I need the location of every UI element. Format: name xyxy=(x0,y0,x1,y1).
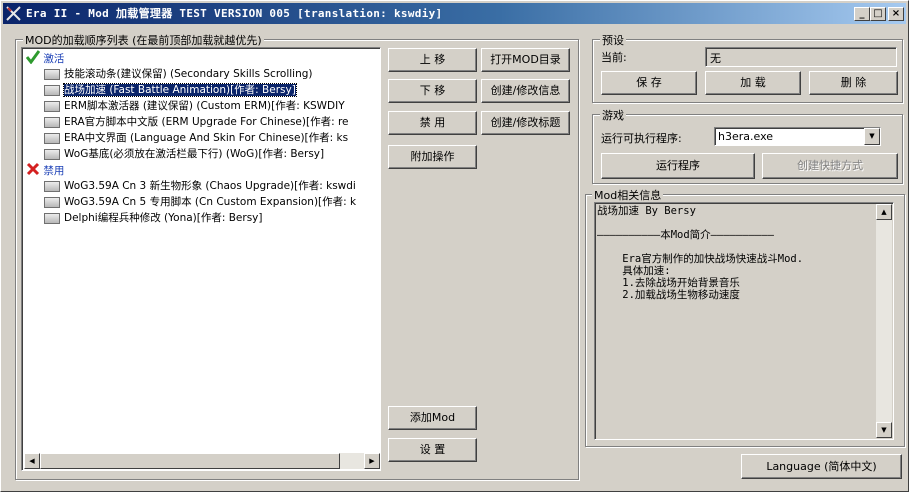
mod-info-text[interactable]: 战场加速 By Bersy ——————————本Mod简介—————————— … xyxy=(594,202,894,440)
window-title: Era II - Mod 加载管理器 TEST VERSION 005 [tra… xyxy=(26,7,443,20)
mod-list-item[interactable]: ERM脚本激活器 (建议保留) (Custom ERM)[作者: KSWDIY xyxy=(26,98,345,114)
scroll-thumb[interactable] xyxy=(40,453,340,469)
preset-current-label: 当前: xyxy=(601,51,627,64)
mod-info-line: 战场加速 By Bersy xyxy=(597,205,696,217)
scroll-left-icon[interactable]: ◀ xyxy=(24,453,40,469)
folder-icon xyxy=(44,69,60,80)
folder-icon xyxy=(44,85,60,96)
category-disabled-label: 禁用 xyxy=(43,165,65,177)
mod-list-item-label: WoG基底(必须放在激活栏最下行) (WoG)[作者: Bersy] xyxy=(64,148,325,160)
mod-list-item-label: 战场加速 (Fast Battle Animation)[作者: Bersy] xyxy=(63,83,297,97)
scroll-right-icon[interactable]: ▶ xyxy=(364,453,380,469)
preset-save-button[interactable]: 保 存 xyxy=(601,71,697,95)
folder-icon xyxy=(44,117,60,128)
add-mod-button[interactable]: 添加Mod xyxy=(388,406,477,430)
folder-icon xyxy=(44,133,60,144)
category-disabled[interactable]: 禁用 xyxy=(26,162,64,178)
chevron-down-icon[interactable]: ▼ xyxy=(864,128,880,145)
folder-icon xyxy=(44,197,60,208)
scroll-down-icon[interactable]: ▼ xyxy=(876,422,892,438)
preset-delete-button[interactable]: 删 除 xyxy=(809,71,898,95)
settings-button[interactable]: 设 置 xyxy=(388,438,477,462)
x-icon xyxy=(26,162,40,176)
create-shortcut-button: 创建快捷方式 xyxy=(762,153,898,179)
mod-list-item[interactable]: WoG基底(必须放在激活栏最下行) (WoG)[作者: Bersy] xyxy=(26,146,324,162)
main-window: Era II - Mod 加载管理器 TEST VERSION 005 [tra… xyxy=(0,0,909,492)
edit-title-button[interactable]: 创建/修改标题 xyxy=(481,111,570,135)
folder-icon xyxy=(44,149,60,160)
mod-list-item-label: 技能滚动条(建议保留) (Secondary Skills Scrolling) xyxy=(64,68,313,80)
language-button[interactable]: Language (简体中文) xyxy=(741,454,902,479)
exe-select[interactable]: h3era.exe ▼ xyxy=(714,127,881,146)
preset-current-field: 无 xyxy=(705,47,897,67)
minimize-button[interactable]: _ xyxy=(854,7,870,21)
open-mod-dir-button[interactable]: 打开MOD目录 xyxy=(481,48,570,72)
exe-select-value: h3era.exe xyxy=(718,130,774,143)
mod-list-item[interactable]: ERA官方脚本中文版 (ERM Upgrade For Chinese)[作者:… xyxy=(26,114,348,130)
mod-info-line: 2.加载战场生物移动速度 xyxy=(597,289,740,301)
mod-tree[interactable]: 激活 技能滚动条(建议保留) (Secondary Skills Scrolli… xyxy=(21,47,381,471)
mod-list-item-label: ERA中文界面 (Language And Skin For Chinese)[… xyxy=(64,132,349,144)
exe-label: 运行可执行程序: xyxy=(601,132,682,145)
move-up-button[interactable]: 上 移 xyxy=(388,48,477,72)
preset-group-label: 预设 xyxy=(600,32,626,48)
check-icon xyxy=(25,50,41,65)
folder-icon xyxy=(44,101,60,112)
move-down-button[interactable]: 下 移 xyxy=(388,79,477,103)
swords-icon xyxy=(6,6,21,21)
edit-info-button[interactable]: 创建/修改信息 xyxy=(481,79,570,103)
category-enabled-label: 激活 xyxy=(43,53,65,65)
scroll-up-icon[interactable]: ▲ xyxy=(876,204,892,220)
maximize-button[interactable]: □ xyxy=(870,7,886,21)
folder-icon xyxy=(44,213,60,224)
mod-order-group-label: MOD的加载顺序列表 (在最前顶部加载就越优先) xyxy=(23,32,264,48)
title-bar: Era II - Mod 加载管理器 TEST VERSION 005 [tra… xyxy=(3,3,906,24)
mod-info-line xyxy=(597,217,877,229)
mod-list-item[interactable]: Delphi编程兵种修改 (Yona)[作者: Bersy] xyxy=(26,210,263,226)
mod-list-item-label: ERA官方脚本中文版 (ERM Upgrade For Chinese)[作者:… xyxy=(64,116,349,128)
preset-load-button[interactable]: 加 载 xyxy=(705,71,801,95)
mod-list-item[interactable]: 技能滚动条(建议保留) (Secondary Skills Scrolling) xyxy=(26,66,313,82)
mod-list-item-label: WoG3.59A Cn 3 新生物形象 (Chaos Upgrade)[作者: … xyxy=(64,180,356,192)
mod-info-line: ——————————本Mod简介—————————— xyxy=(597,229,774,241)
category-enabled[interactable]: 激活 xyxy=(25,50,65,66)
mod-info-line: Era官方制作的加快战场快速战斗Mod. xyxy=(597,253,804,265)
game-group-label: 游戏 xyxy=(600,107,626,123)
mod-list-item[interactable]: WoG3.59A Cn 3 新生物形象 (Chaos Upgrade)[作者: … xyxy=(26,178,356,194)
mod-list-item[interactable]: WoG3.59A Cn 5 专用脚本 (Cn Custom Expansion)… xyxy=(26,194,356,210)
mod-info-line: 具体加速: xyxy=(597,265,671,277)
mod-list-item[interactable]: 战场加速 (Fast Battle Animation)[作者: Bersy] xyxy=(26,82,297,98)
mod-info-line: 1.去除战场开始背景音乐 xyxy=(597,277,740,289)
disable-button[interactable]: 禁 用 xyxy=(388,111,477,135)
close-button[interactable]: × xyxy=(888,7,904,21)
extra-ops-button[interactable]: 附加操作 xyxy=(388,145,477,169)
mod-list-item-label: ERM脚本激活器 (建议保留) (Custom ERM)[作者: KSWDIY xyxy=(64,100,345,112)
run-program-button[interactable]: 运行程序 xyxy=(601,153,755,179)
mod-info-group-label: Mod相关信息 xyxy=(592,187,664,203)
horizontal-scrollbar[interactable]: ◀ ▶ xyxy=(24,453,380,469)
mod-list-item[interactable]: ERA中文界面 (Language And Skin For Chinese)[… xyxy=(26,130,348,146)
mod-list-item-label: Delphi编程兵种修改 (Yona)[作者: Bersy] xyxy=(64,212,263,224)
folder-icon xyxy=(44,181,60,192)
mod-list-item-label: WoG3.59A Cn 5 专用脚本 (Cn Custom Expansion)… xyxy=(64,196,357,208)
vertical-scrollbar[interactable]: ▲ ▼ xyxy=(876,204,892,438)
mod-info-line xyxy=(597,241,877,253)
